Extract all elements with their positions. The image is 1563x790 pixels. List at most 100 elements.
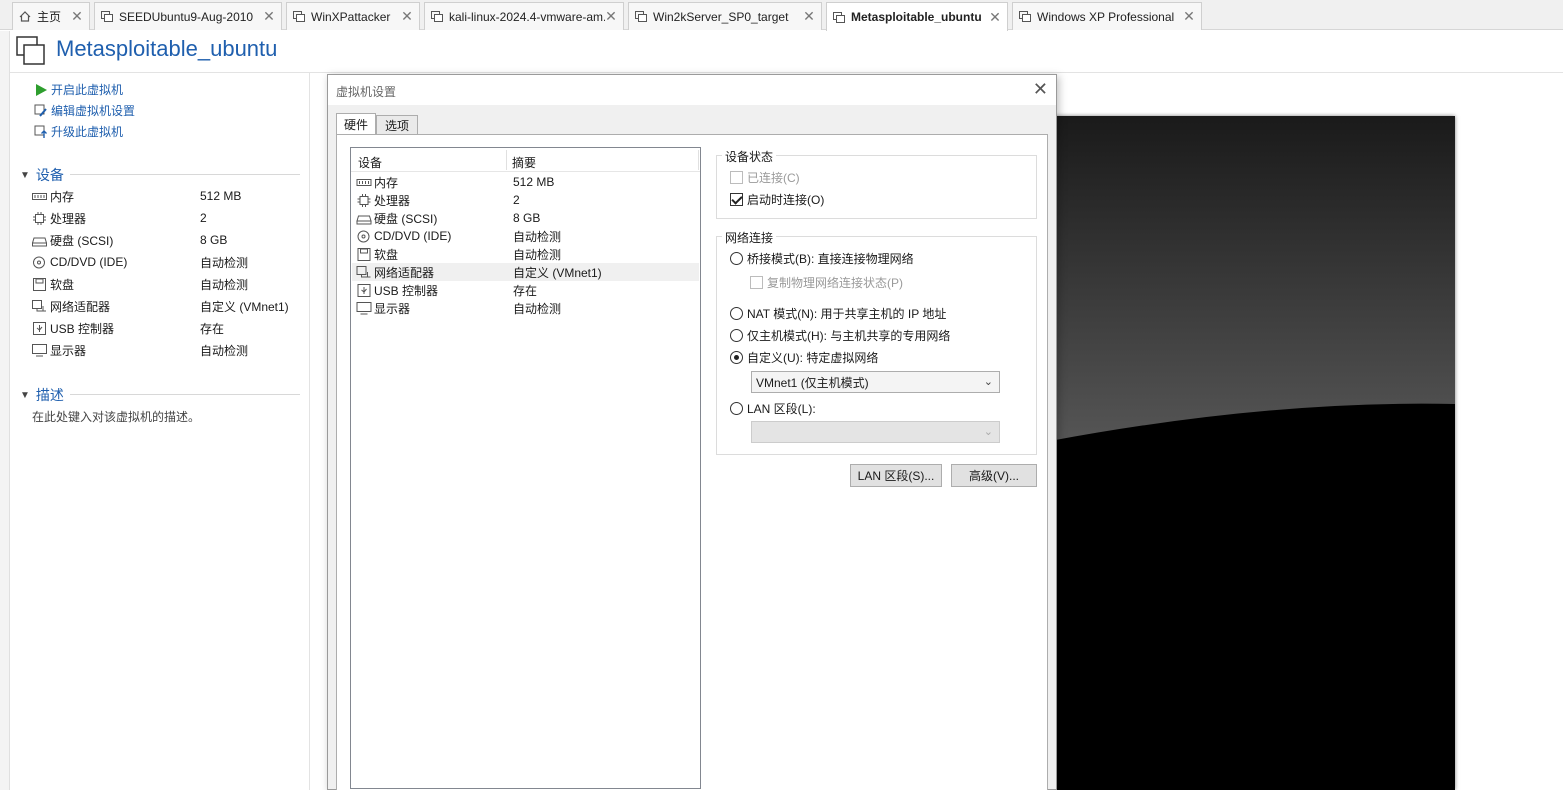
tab-label: kali-linux-2024.4-vmware-am... (449, 9, 605, 24)
device-name: USB 控制器 (374, 283, 439, 298)
power-on-link[interactable]: 开启此虚拟机 (34, 81, 123, 98)
vm-screen-preview[interactable] (1050, 116, 1455, 790)
tab-win2kserver[interactable]: Win2kServer_SP0_target ✕ (628, 2, 822, 30)
replicate-state-checkbox[interactable]: 复制物理网络连接状态(P) (750, 274, 903, 291)
list-item[interactable]: 内存 512 MB (352, 173, 699, 191)
usb-icon (357, 283, 371, 297)
library-strip (0, 31, 10, 790)
close-icon[interactable]: ✕ (263, 8, 275, 25)
nat-radio[interactable]: NAT 模式(N): 用于共享主机的 IP 地址 (730, 305, 946, 322)
device-row-harddisk[interactable]: 硬盘 (SCSI) 8 GB (32, 230, 302, 250)
list-item[interactable]: 软盘 自动检测 (352, 245, 699, 263)
device-list[interactable]: 设备 摘要 内存 512 MB 处理器 2 硬盘 (SCSI) 8 GB CD/… (350, 147, 701, 789)
device-summary: 自动检测 (513, 229, 562, 244)
tab-home[interactable]: 主页 ✕ (12, 2, 90, 30)
tab-label: Windows XP Professional (1037, 9, 1175, 24)
memory-icon (356, 178, 372, 186)
list-item[interactable]: 硬盘 (SCSI) 8 GB (352, 209, 699, 227)
vm-icon (1019, 11, 1031, 22)
list-item-selected[interactable]: 网络适配器 自定义 (VMnet1) (352, 263, 699, 281)
floppy-icon (33, 277, 46, 291)
lan-segment-select[interactable]: ⌄ (751, 421, 1000, 443)
close-icon[interactable]: ✕ (401, 8, 413, 25)
custom-radio[interactable]: 自定义(U): 特定虚拟网络 (730, 349, 878, 366)
device-summary: 自动检测 (513, 301, 562, 316)
radio-label: 自定义(U): 特定虚拟网络 (747, 351, 879, 365)
upgrade-label: 升级此虚拟机 (51, 125, 124, 139)
advanced-button[interactable]: 高级(V)... (951, 464, 1037, 487)
device-value: 自动检测 (200, 277, 249, 292)
tab-seedubuntu[interactable]: SEEDUbuntu9-Aug-2010 ✕ (94, 2, 282, 30)
close-icon[interactable]: ✕ (989, 9, 1001, 26)
list-item[interactable]: 显示器 自动检测 (352, 299, 699, 317)
custom-network-select[interactable]: VMnet1 (仅主机模式) ⌄ (751, 371, 1000, 393)
devices-section-toggle[interactable]: ▼ 设备 (20, 165, 64, 185)
checkbox-label: 已连接(C) (747, 171, 800, 185)
device-row-floppy[interactable]: 软盘 自动检测 (32, 274, 302, 294)
radio-label: 仅主机模式(H): 与主机共享的专用网络 (747, 329, 951, 343)
network-icon (32, 299, 46, 311)
column-separator[interactable] (698, 150, 699, 170)
network-icon (356, 265, 371, 277)
close-icon[interactable]: ✕ (1033, 79, 1048, 100)
bridged-radio[interactable]: 桥接模式(B): 直接连接物理网络 (730, 250, 914, 267)
device-row-usb[interactable]: USB 控制器 存在 (32, 318, 302, 338)
list-item[interactable]: 处理器 2 (352, 191, 699, 209)
edit-settings-label: 编辑虚拟机设置 (51, 104, 136, 118)
lan-segments-button[interactable]: LAN 区段(S)... (850, 464, 942, 487)
device-row-network[interactable]: 网络适配器 自定义 (VMnet1) (32, 296, 302, 316)
chevron-down-icon: ⌄ (983, 426, 993, 438)
radio-circle (730, 351, 743, 364)
vm-icon (833, 11, 845, 23)
tab-options[interactable]: 选项 (376, 115, 418, 135)
device-row-cd[interactable]: CD/DVD (IDE) 自动检测 (32, 252, 302, 272)
tab-kali[interactable]: kali-linux-2024.4-vmware-am... ✕ (424, 2, 624, 30)
column-header-summary[interactable]: 摘要 (512, 154, 536, 171)
collapse-triangle-icon: ▼ (20, 169, 30, 181)
tab-hardware[interactable]: 硬件 (336, 113, 376, 135)
column-header-device[interactable]: 设备 (358, 154, 382, 171)
divider (70, 174, 300, 175)
connected-checkbox[interactable]: 已连接(C) (730, 169, 800, 186)
column-separator[interactable] (506, 150, 507, 170)
tab-winxppro[interactable]: Windows XP Professional ✕ (1012, 2, 1202, 30)
page-title: Metasploitable_ubuntu (56, 36, 278, 61)
connect-on-power-checkbox[interactable]: 启动时连接(O) (730, 191, 824, 208)
list-item[interactable]: CD/DVD (IDE) 自动检测 (352, 227, 699, 245)
home-icon (19, 11, 31, 22)
vm-icon (293, 11, 305, 22)
close-icon[interactable]: ✕ (605, 8, 617, 25)
close-icon[interactable]: ✕ (803, 8, 815, 25)
tab-label: Metasploitable_ubuntu (851, 10, 982, 24)
device-row-monitor[interactable]: 显示器 自动检测 (32, 340, 302, 360)
device-row-cpu[interactable]: 处理器 2 (32, 208, 302, 228)
device-name: 硬盘 (SCSI) (50, 233, 114, 248)
device-summary: 512 MB (513, 175, 555, 189)
device-row-memory[interactable]: 内存 512 MB (32, 186, 302, 206)
device-name: 显示器 (374, 301, 411, 316)
tab-metasploitable[interactable]: Metasploitable_ubuntu ✕ (826, 2, 1008, 31)
list-item[interactable]: USB 控制器 存在 (352, 281, 699, 299)
section-title: 描述 (35, 387, 64, 403)
tab-winxpattacker[interactable]: WinXPattacker ✕ (286, 2, 420, 30)
device-name: 网络适配器 (374, 265, 435, 280)
upgrade-link[interactable]: 升级此虚拟机 (34, 123, 123, 140)
device-summary: 自动检测 (513, 247, 562, 262)
device-value: 自动检测 (200, 343, 249, 358)
device-name: 内存 (374, 175, 399, 190)
tab-label: Win2kServer_SP0_target (653, 9, 789, 24)
description-placeholder[interactable]: 在此处键入对该虚拟机的描述。 (32, 408, 200, 425)
lan-segment-radio[interactable]: LAN 区段(L): (730, 400, 816, 417)
device-name: 显示器 (50, 343, 87, 358)
device-name: 处理器 (374, 193, 411, 208)
host-only-radio[interactable]: 仅主机模式(H): 与主机共享的专用网络 (730, 327, 950, 344)
close-icon[interactable]: ✕ (71, 8, 83, 25)
description-section-toggle[interactable]: ▼ 描述 (20, 385, 64, 405)
tab-label: 主页 (37, 10, 62, 24)
chevron-down-icon: ⌄ (983, 376, 993, 388)
floppy-icon (357, 247, 371, 261)
checkbox-box (750, 276, 763, 289)
close-icon[interactable]: ✕ (1183, 8, 1195, 25)
edit-settings-link[interactable]: 编辑虚拟机设置 (34, 102, 135, 119)
power-on-label: 开启此虚拟机 (51, 83, 124, 97)
